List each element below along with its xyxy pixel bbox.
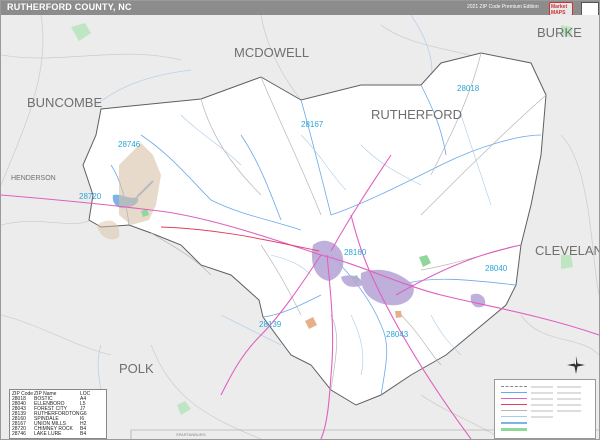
county-label-mcdowell: MCDOWELL	[234, 45, 309, 60]
map-key	[494, 379, 596, 439]
map-title: RUTHERFORD COUNTY, NC	[7, 2, 132, 12]
key-line	[501, 398, 527, 399]
place-spartanburg: SPARTANBURG	[176, 432, 206, 437]
zip-label-28139: 28139	[259, 320, 282, 329]
legend-zip: 28746	[12, 431, 26, 437]
key-line	[501, 386, 527, 387]
county-label-henderson: HENDERSON	[11, 175, 56, 182]
zip-label-28160: 28160	[344, 248, 367, 257]
key-line	[501, 404, 527, 405]
county-label-buncombe: BUNCOMBE	[27, 95, 102, 110]
map-frame: RUTHERFORD COUNTY, NC 2021 ZIP Code Prem…	[0, 0, 600, 440]
legend-name: LAKE LURE	[34, 431, 62, 437]
quality-badge-icon	[581, 2, 599, 16]
edition-label: 2021 ZIP Code Premium Edition	[467, 4, 539, 10]
zip-label-28018: 28018	[457, 84, 480, 93]
title-bar: RUTHERFORD COUNTY, NC 2021 ZIP Code Prem…	[1, 1, 599, 16]
compass-rose-icon	[567, 356, 585, 374]
legend-loc: B4	[80, 431, 87, 437]
county-label-cleveland: CLEVELAND	[535, 243, 599, 258]
key-line	[501, 392, 527, 393]
key-line	[501, 416, 527, 417]
market-maps-logo: Market MAPS	[549, 1, 579, 16]
zip-label-28746: 28746	[118, 140, 141, 149]
key-line	[501, 410, 527, 411]
zip-label-28040: 28040	[485, 264, 508, 273]
county-label-rutherford: RUTHERFORD	[371, 107, 462, 122]
zip-label-28043: 28043	[386, 330, 409, 339]
county-label-polk: POLK	[119, 361, 154, 376]
key-line	[501, 422, 527, 424]
zip-legend-table: ZIP Code ZIP Name LOC 28018 BOSTIC A4 28…	[9, 389, 107, 439]
zip-label-28167: 28167	[301, 120, 324, 129]
county-label-burke: BURKE	[537, 25, 582, 40]
map-canvas[interactable]: SPARTANBURG MCDOWELL BURKE BUNCOMBE RUTH…	[1, 15, 599, 439]
zip-label-28720: 28720	[79, 192, 102, 201]
key-line	[501, 428, 527, 431]
